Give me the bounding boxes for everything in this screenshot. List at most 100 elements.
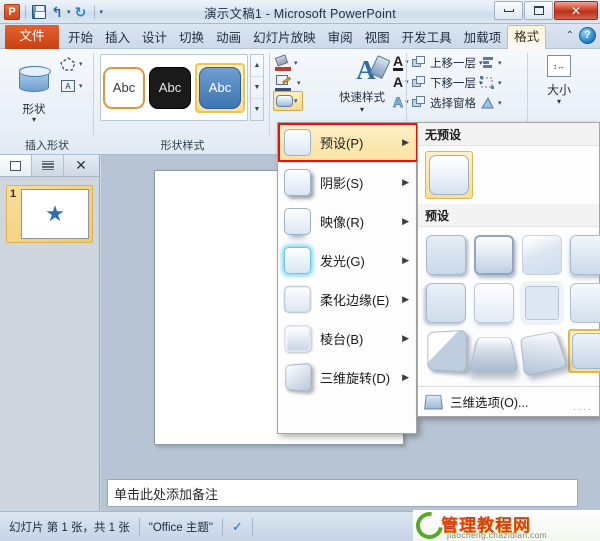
preset-cell-6[interactable]	[472, 281, 516, 325]
menu-item-shadow[interactable]: 阴影(S) ▶	[278, 163, 416, 202]
spell-check-icon[interactable]: ✓	[223, 516, 252, 538]
shape-effects-menu[interactable]: 预设(P) ▶ 阴影(S) ▶ 映像(R) ▶ 发光(G) ▶ 柔化边缘(E) …	[277, 122, 418, 434]
size-dropdown-icon[interactable]: ▾	[529, 97, 589, 106]
maximize-button[interactable]	[524, 1, 553, 20]
tab-insert[interactable]: 插入	[99, 27, 136, 49]
tab-view[interactable]: 视图	[359, 27, 396, 49]
size-icon[interactable]: ↕↔	[547, 55, 571, 77]
tab-design[interactable]: 设计	[136, 27, 173, 49]
preset-cell-7[interactable]	[520, 281, 564, 325]
shape-fill-button[interactable]: ▾	[274, 53, 319, 73]
star-icon: ★	[45, 201, 65, 226]
text-box-icon[interactable]: A	[58, 77, 78, 95]
shape-styles-gallery[interactable]: Abc Abc Abc	[100, 54, 248, 121]
tab-file[interactable]: 文件	[5, 25, 59, 49]
shape-effects-dropdown-icon[interactable]: ▾	[294, 97, 298, 105]
preset-cell-10[interactable]	[468, 329, 520, 373]
slide-count-label: 幻灯片 第 1 张，共 1 张	[9, 521, 130, 534]
no-preset-tile-icon	[429, 155, 469, 195]
collapse-ribbon-icon[interactable]: ⌃	[566, 30, 574, 41]
ribbon-group-insert-shapes: 形状 ▾ ▾ A ▾ 插入形状	[0, 49, 94, 155]
preset-cell-11[interactable]	[520, 329, 569, 377]
preset-tile-4-icon	[570, 235, 600, 275]
text-box-dropdown-icon[interactable]: ▾	[79, 82, 83, 90]
align-icon	[480, 56, 495, 69]
shape-style-2[interactable]: Abc	[149, 66, 191, 109]
menu-item-preset[interactable]: 预设(P) ▶	[278, 123, 418, 162]
watermark-overlay: 管理教程网 jiaocheng.chazidian.com	[413, 510, 600, 541]
align-dropdown-icon[interactable]: ▾	[498, 59, 502, 67]
edit-shape-icon[interactable]	[58, 55, 78, 73]
preset-cell-9[interactable]	[424, 329, 468, 373]
preset-gallery-flyout[interactable]: 无预设 预设 三维选项(O)... ····	[417, 122, 600, 417]
tab-outline[interactable]	[32, 155, 64, 176]
three-d-options-button[interactable]: 三维选项(O)... ····	[418, 386, 599, 416]
shape-style-1[interactable]: Abc	[103, 66, 145, 109]
preset-tile-11-icon	[520, 331, 569, 377]
tab-review[interactable]: 审阅	[322, 27, 359, 49]
no-preset-cell[interactable]	[425, 151, 473, 199]
group-label-shape-styles: 形状样式	[160, 140, 205, 152]
edit-shape-dropdown-icon[interactable]: ▾	[79, 60, 83, 68]
minimize-button[interactable]	[494, 1, 523, 20]
rotate-dropdown-icon[interactable]: ▾	[498, 99, 502, 107]
tab-transitions[interactable]: 切换	[173, 27, 210, 49]
preset-cell-4[interactable]	[568, 233, 600, 277]
preset-tile-8-icon	[570, 283, 600, 323]
help-icon[interactable]: ?	[579, 27, 596, 44]
preset-cell-3[interactable]	[520, 233, 564, 277]
bring-forward-label: 上移一层	[430, 57, 476, 70]
shape-styles-scroll[interactable]: ▲ ▼ ▼	[250, 54, 264, 121]
tab-slides-thumbnails[interactable]	[0, 155, 32, 176]
menu-item-reflection[interactable]: 映像(R) ▶	[278, 202, 416, 241]
align-button[interactable]: ▾	[480, 53, 502, 72]
gallery-scroll-up-icon[interactable]: ▲	[251, 55, 263, 77]
menu-item-3d-rotation[interactable]: 三维旋转(D) ▶	[278, 358, 416, 397]
rotate-icon	[480, 96, 495, 109]
group-dropdown-icon[interactable]: ▾	[498, 79, 502, 87]
menu-item-soft-edges[interactable]: 柔化边缘(E) ▶	[278, 280, 416, 319]
theme-label: "Office 主题"	[148, 521, 213, 534]
shapes-dropdown-icon[interactable]: ▾	[0, 115, 68, 124]
tab-addins[interactable]: 加载项	[458, 27, 508, 49]
shape-outline-dropdown-icon[interactable]: ▾	[297, 79, 301, 87]
tab-slideshow[interactable]: 幻灯片放映	[247, 27, 322, 49]
quick-styles-label: 快速样式	[339, 92, 385, 104]
gallery-scroll-down-icon[interactable]: ▼	[251, 77, 263, 99]
gallery-more-icon[interactable]: ▼	[251, 99, 263, 120]
slide-thumb-content-1: ★	[21, 189, 89, 239]
tab-format[interactable]: 格式	[507, 25, 547, 49]
tab-home[interactable]: 开始	[62, 27, 99, 49]
rotate-button[interactable]: ▾	[480, 93, 502, 112]
group-button[interactable]: ▾	[480, 73, 502, 92]
shapes-gallery-icon[interactable]	[13, 55, 55, 103]
preset-tile-icon	[284, 129, 311, 156]
close-panel-button[interactable]: ✕	[64, 155, 98, 176]
menu-item-glow[interactable]: 发光(G) ▶	[278, 241, 416, 280]
quick-styles-dropdown-icon[interactable]: ▾	[327, 105, 397, 114]
preset-grid	[418, 227, 600, 379]
preset-tile-6-icon	[474, 283, 514, 323]
shape-style-3-selected[interactable]: Abc	[195, 62, 245, 113]
shape-outline-button[interactable]: ▾	[275, 73, 319, 93]
bring-forward-button[interactable]: 上移一层 ▾	[412, 53, 483, 72]
preset-cell-8[interactable]	[568, 281, 600, 325]
slide-thumbnail-1[interactable]: 1 ★	[6, 185, 93, 243]
send-backward-button[interactable]: 下移一层 ▾	[412, 73, 483, 92]
close-button[interactable]: ✕	[554, 1, 598, 20]
preset-cell-5[interactable]	[424, 281, 468, 325]
preset-cell-1[interactable]	[424, 233, 468, 277]
shape-fill-dropdown-icon[interactable]: ▾	[294, 59, 298, 67]
resize-grip-icon[interactable]: ····	[573, 404, 593, 414]
preset-header: 预设	[418, 204, 599, 227]
selection-pane-button[interactable]: 选择窗格	[412, 93, 476, 112]
menu-item-bevel[interactable]: 棱台(B) ▶	[278, 319, 416, 358]
text-outline-icon: A	[393, 74, 404, 90]
notes-input[interactable]: 单击此处添加备注	[107, 479, 578, 507]
preset-cell-2[interactable]	[472, 233, 516, 277]
submenu-arrow-icon-soft: ▶	[402, 294, 409, 304]
tab-animations[interactable]: 动画	[210, 27, 247, 49]
shape-effects-button[interactable]: ▾	[273, 91, 303, 111]
preset-cell-12-selected[interactable]	[568, 329, 600, 373]
tab-developer[interactable]: 开发工具	[396, 27, 458, 49]
